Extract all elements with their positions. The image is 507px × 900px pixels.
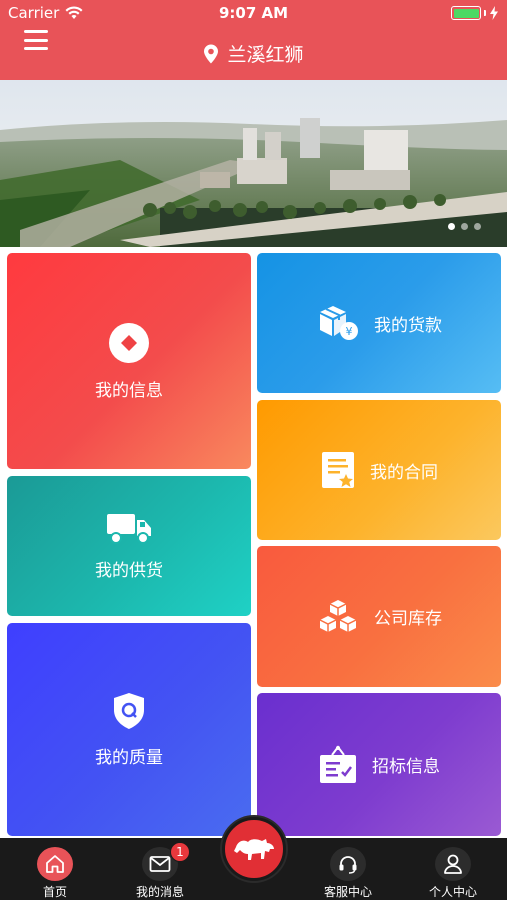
tile-company-stock[interactable]: 公司库存 [257, 546, 501, 687]
tile-my-info[interactable]: 我的信息 [7, 253, 251, 469]
tile-label: 我的质量 [95, 748, 163, 768]
tab-messages[interactable]: 1 我的消息 [115, 838, 205, 900]
tab-label: 个人中心 [428, 885, 477, 899]
tile-label: 我的信息 [95, 380, 163, 401]
center-lion-button[interactable] [222, 817, 286, 881]
tile-bidding-info[interactable]: 招标信息 [257, 693, 501, 836]
battery-tip [484, 10, 486, 16]
location-label: 兰溪红狮 [227, 44, 304, 66]
carousel-dot[interactable] [461, 223, 468, 230]
tab-label: 首页 [42, 885, 67, 899]
home-tab-circle [37, 847, 73, 881]
stacked-boxes-icon [319, 599, 357, 632]
tile-my-supply[interactable]: 我的供货 [7, 476, 251, 616]
messages-tab-circle: 1 [142, 842, 190, 881]
status-time: 9:07 AM [218, 4, 289, 22]
battery-icon [451, 6, 481, 20]
tab-profile[interactable]: 个人中心 [408, 838, 498, 900]
tile-my-payment[interactable]: ¥ 我的货款 [257, 253, 501, 393]
home-icon [46, 855, 64, 873]
location-selector[interactable]: 兰溪红狮 [0, 40, 507, 67]
person-icon [444, 854, 462, 874]
tile-my-quality[interactable]: 我的质量 [7, 623, 251, 836]
banner-carousel[interactable] [0, 80, 507, 247]
tile-label: 我的货款 [374, 315, 442, 336]
unread-badge: 1 [170, 842, 190, 862]
lion-logo-icon [234, 839, 274, 860]
service-tab-circle [330, 847, 366, 881]
battery-indicator [451, 6, 499, 20]
tile-label: 我的供货 [95, 560, 163, 581]
shield-q-icon [114, 693, 144, 729]
tile-label: 公司库存 [374, 609, 442, 629]
charging-bolt-icon [490, 6, 498, 20]
tab-home[interactable]: 首页 [10, 838, 100, 900]
tab-label: 我的消息 [135, 885, 184, 899]
profile-tab-circle [435, 847, 471, 881]
carousel-dot[interactable] [474, 223, 481, 230]
svg-text:¥: ¥ [346, 325, 353, 338]
tile-my-contract[interactable]: 我的合同 [257, 400, 501, 540]
bidding-board-icon [320, 744, 356, 783]
status-bar: Carrier 9:07 AM [0, 0, 507, 26]
carousel-indicators [448, 223, 481, 230]
tile-label: 我的合同 [370, 462, 438, 483]
contract-document-icon [322, 452, 354, 488]
package-yuan-icon: ¥ [320, 306, 358, 340]
location-pin-icon [204, 44, 219, 63]
tile-label: 招标信息 [372, 757, 440, 777]
carousel-dot[interactable] [448, 223, 455, 230]
tab-customer-service[interactable]: 客服中心 [303, 838, 393, 900]
diamond-icon [109, 322, 149, 363]
headset-icon [339, 856, 357, 874]
tab-label: 客服中心 [323, 885, 372, 899]
app-header: Carrier 9:07 AM 兰溪红狮 [0, 0, 507, 80]
banner-image [0, 80, 507, 247]
envelope-icon [149, 856, 171, 872]
truck-icon [107, 513, 151, 544]
